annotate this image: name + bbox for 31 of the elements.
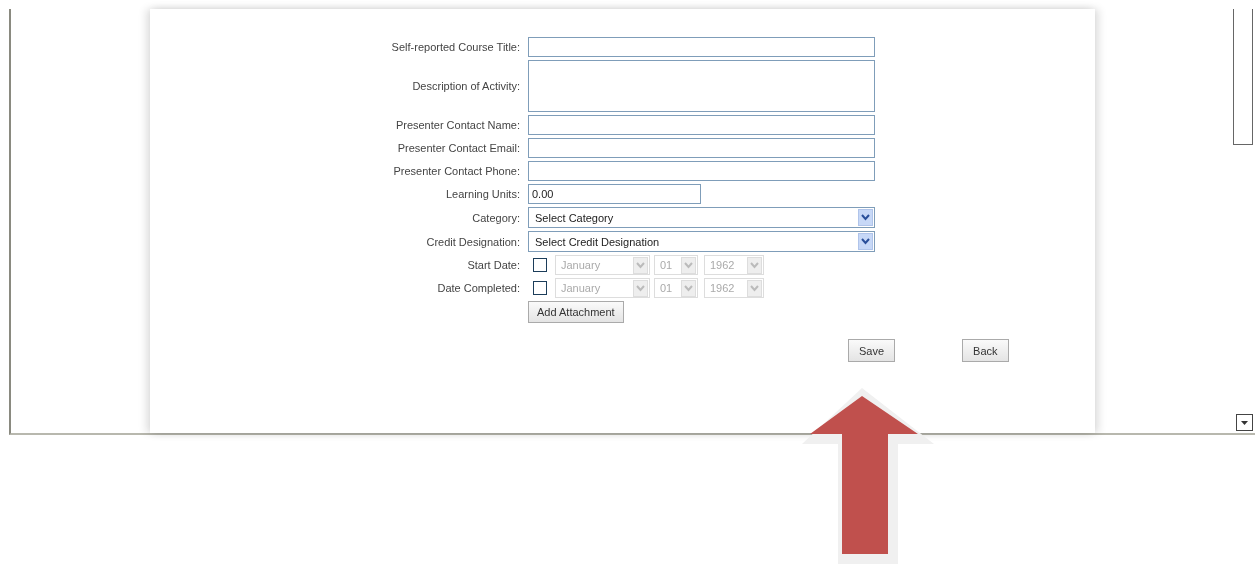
chevron-down-icon [747, 256, 762, 274]
field-label: Presenter Contact Email: [396, 142, 520, 154]
field-label: Presenter Contact Name: [394, 119, 520, 131]
chevron-down-icon [747, 279, 762, 297]
text-field[interactable] [528, 138, 875, 158]
scrollbar-thumb[interactable] [1233, 9, 1253, 145]
field-label: Presenter Contact Phone: [392, 165, 520, 177]
chevron-down-icon [681, 279, 696, 297]
field-label: Date Completed: [436, 282, 520, 294]
chevron-down-icon [858, 233, 873, 250]
text-field[interactable] [528, 161, 875, 181]
text-area[interactable] [528, 60, 875, 112]
chevron-down-icon [633, 279, 648, 297]
text-field[interactable] [528, 37, 875, 57]
dropdown[interactable]: Select Credit Designation [528, 231, 875, 252]
field-label: Start Date: [466, 259, 520, 271]
chevron-down-icon [681, 256, 696, 274]
text-field[interactable] [528, 115, 875, 135]
field-label: Credit Designation: [425, 235, 520, 248]
text-field[interactable]: 0.00 [528, 184, 701, 204]
field-label: Category: [471, 211, 520, 224]
chevron-down-icon [633, 256, 648, 274]
save-button[interactable]: Save [848, 339, 896, 362]
field-label: Learning Units: [445, 188, 520, 200]
back-button[interactable]: Back [962, 339, 1009, 362]
field-label: Self-reported Course Title: [390, 41, 520, 53]
scroll-down-icon[interactable] [1236, 414, 1253, 431]
add-attachment-button[interactable]: Add Attachment [528, 301, 624, 323]
dropdown[interactable]: Select Category [528, 207, 875, 228]
chevron-down-icon [858, 209, 873, 226]
field-label: Description of Activity: [411, 80, 520, 92]
